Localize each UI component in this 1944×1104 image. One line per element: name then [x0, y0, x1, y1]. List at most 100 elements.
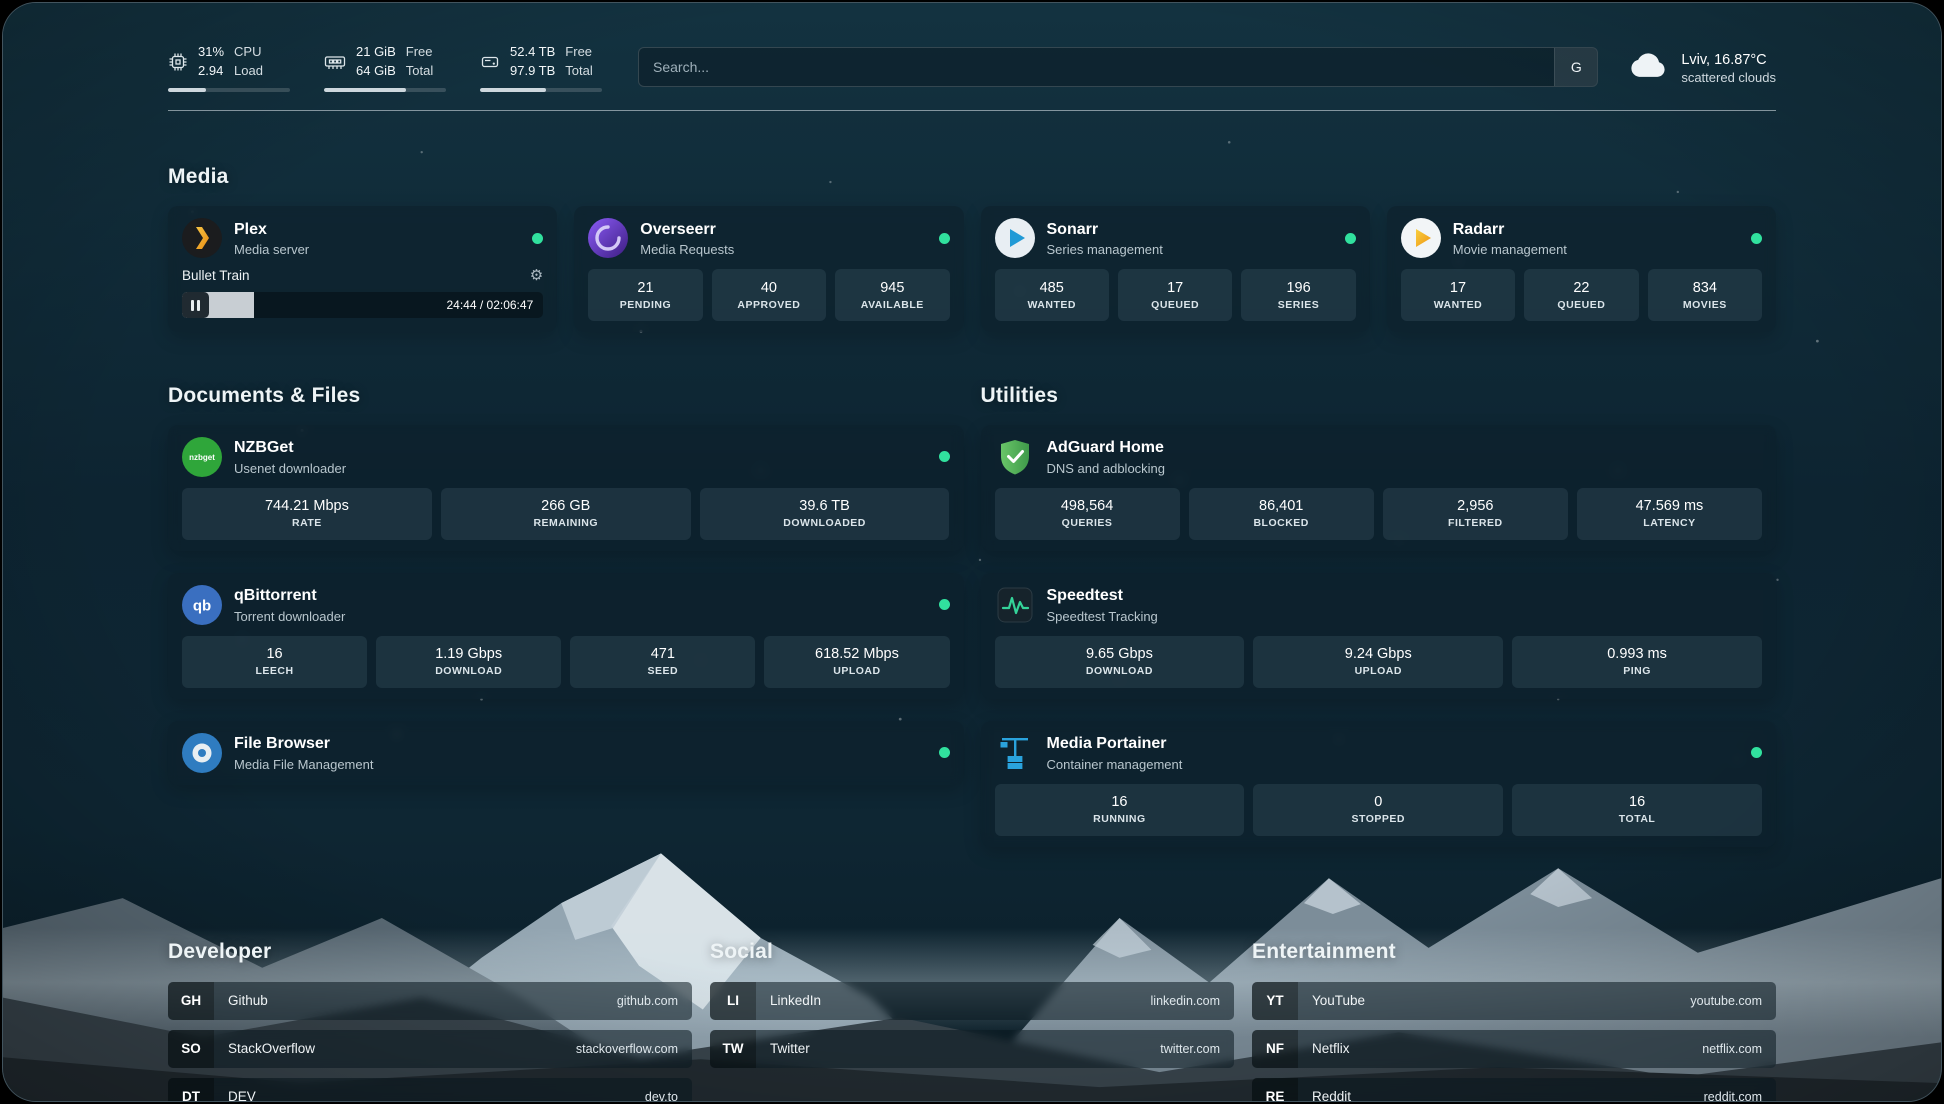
app-card-adguard[interactable]: AdGuard Home DNS and adblocking 498,564Q… [981, 425, 1777, 551]
app-card-qbittorrent[interactable]: qb qBittorrent Torrent downloader [168, 573, 964, 699]
svg-text:qb: qb [193, 597, 211, 614]
memory-free-label: Free [406, 43, 433, 62]
stat-running: 16RUNNING [995, 784, 1245, 836]
bookmark-name: Reddit [1312, 1089, 1351, 1102]
radarr-icon [1401, 218, 1441, 258]
status-dot [939, 747, 950, 758]
bookmark-twitter[interactable]: TW Twitter twitter.com [710, 1030, 1234, 1068]
bookmark-name: StackOverflow [228, 1041, 315, 1056]
pause-button[interactable] [182, 292, 209, 318]
now-playing-title: Bullet Train [182, 268, 250, 283]
dashboard: 31% 2.94 CPU Load [2, 2, 1942, 1102]
stat-wanted: 485WANTED [995, 269, 1109, 321]
app-name: File Browser [234, 734, 373, 753]
stat-stopped: 0STOPPED [1253, 784, 1503, 836]
search-engine-button[interactable]: G [1554, 48, 1597, 86]
app-name: Radarr [1453, 220, 1567, 239]
stat-series: 196SERIES [1241, 269, 1355, 321]
disk-total-value: 97.9 TB [510, 62, 555, 81]
app-card-nzbget[interactable]: nzbget NZBGet Usenet downloader 74 [168, 425, 964, 551]
disk-stat-widget: 52.4 TB 97.9 TB Free Total [480, 43, 602, 92]
app-subtitle: Media server [234, 242, 309, 257]
section-documents: Documents & Files nzbget [168, 366, 964, 847]
bookmark-url: dev.to [645, 1090, 692, 1102]
app-card-sonarr[interactable]: Sonarr Series management 485WANTED 17QUE… [981, 206, 1370, 332]
app-card-portainer[interactable]: Media Portainer Container management 16R… [981, 721, 1777, 847]
stat-queued: 22QUEUED [1524, 269, 1638, 321]
bookmark-abbr: TW [710, 1030, 756, 1068]
plex-icon [182, 218, 222, 258]
disk-free-value: 52.4 TB [510, 43, 555, 62]
svg-text:nzbget: nzbget [189, 453, 215, 462]
documents-section-title: Documents & Files [168, 384, 964, 408]
utilities-section-title: Utilities [981, 384, 1777, 408]
section-developer: Developer GH Github github.com SO StackO… [168, 923, 692, 1102]
topbar: 31% 2.94 CPU Load [168, 3, 1776, 92]
entertainment-section-title: Entertainment [1252, 940, 1776, 964]
stat-movies: 834MOVIES [1648, 269, 1762, 321]
playback-time: 24:44 / 02:06:47 [447, 298, 544, 312]
disk-icon [480, 52, 500, 72]
bookmark-linkedin[interactable]: LI LinkedIn linkedin.com [710, 982, 1234, 1020]
app-card-radarr[interactable]: Radarr Movie management 17WANTED 22QUEUE… [1387, 206, 1776, 332]
bookmark-url: reddit.com [1704, 1090, 1776, 1102]
app-subtitle: Media Requests [640, 242, 734, 257]
bookmark-name: Twitter [770, 1041, 810, 1056]
bookmark-name: DEV [228, 1089, 256, 1102]
search-bar[interactable]: G [638, 47, 1598, 87]
stat-rate: 744.21 MbpsRATE [182, 488, 432, 540]
adguard-icon [995, 437, 1035, 477]
memory-total-label: Total [406, 62, 433, 81]
app-subtitle: Media File Management [234, 757, 373, 772]
bookmark-github[interactable]: GH Github github.com [168, 982, 692, 1020]
memory-stat-widget: 21 GiB 64 GiB Free Total [324, 43, 446, 92]
stat-download: 1.19 GbpsDOWNLOAD [376, 636, 561, 688]
app-card-speedtest[interactable]: Speedtest Speedtest Tracking 9.65 GbpsDO… [981, 573, 1777, 699]
app-subtitle: Series management [1047, 242, 1163, 257]
app-card-overseerr[interactable]: Overseerr Media Requests 21PENDING 40APP… [574, 206, 963, 332]
sonarr-icon [995, 218, 1035, 258]
bookmark-reddit[interactable]: RE Reddit reddit.com [1252, 1078, 1776, 1102]
disk-total-label: Total [565, 62, 592, 81]
app-card-plex[interactable]: Plex Media server Bullet Train ⚙ 24:44 /… [168, 206, 557, 332]
app-name: NZBGet [234, 438, 346, 457]
section-social: Social LI LinkedIn linkedin.com TW Twitt… [710, 923, 1234, 1102]
cloud-icon [1628, 51, 1668, 83]
status-dot [532, 233, 543, 244]
stat-download: 9.65 GbpsDOWNLOAD [995, 636, 1245, 688]
social-section-title: Social [710, 940, 1234, 964]
bookmark-netflix[interactable]: NF Netflix netflix.com [1252, 1030, 1776, 1068]
gear-icon[interactable]: ⚙ [530, 268, 543, 283]
cpu-chip-icon [168, 52, 188, 72]
bookmark-name: Github [228, 993, 268, 1008]
app-name: Speedtest [1047, 586, 1158, 605]
speedtest-icon [995, 585, 1035, 625]
app-subtitle: Usenet downloader [234, 461, 346, 476]
app-name: Media Portainer [1047, 734, 1183, 753]
bookmark-abbr: GH [168, 982, 214, 1020]
bookmark-dev[interactable]: DT DEV dev.to [168, 1078, 692, 1102]
stat-filtered: 2,956FILTERED [1383, 488, 1568, 540]
app-name: AdGuard Home [1047, 438, 1166, 457]
search-input[interactable] [639, 59, 1554, 75]
bookmark-url: github.com [617, 994, 692, 1008]
disk-free-label: Free [565, 43, 592, 62]
cpu-load-label: Load [234, 62, 263, 81]
app-card-filebrowser[interactable]: File Browser Media File Management [168, 721, 964, 785]
playback-progress-bar[interactable]: 24:44 / 02:06:47 [182, 292, 543, 318]
stat-upload: 9.24 GbpsUPLOAD [1253, 636, 1503, 688]
app-subtitle: Container management [1047, 757, 1183, 772]
bookmark-stackoverflow[interactable]: SO StackOverflow stackoverflow.com [168, 1030, 692, 1068]
stat-leech: 16LEECH [182, 636, 367, 688]
bookmark-url: twitter.com [1160, 1042, 1234, 1056]
bookmark-abbr: DT [168, 1078, 214, 1102]
stat-remaining: 266 GBREMAINING [441, 488, 691, 540]
disk-progress-bar [480, 88, 602, 92]
bookmark-url: youtube.com [1690, 994, 1776, 1008]
bookmark-abbr: RE [1252, 1078, 1298, 1102]
stat-approved: 40APPROVED [712, 269, 826, 321]
weather-condition: scattered clouds [1681, 70, 1776, 85]
bookmark-abbr: YT [1252, 982, 1298, 1020]
stat-pending: 21PENDING [588, 269, 702, 321]
bookmark-youtube[interactable]: YT YouTube youtube.com [1252, 982, 1776, 1020]
